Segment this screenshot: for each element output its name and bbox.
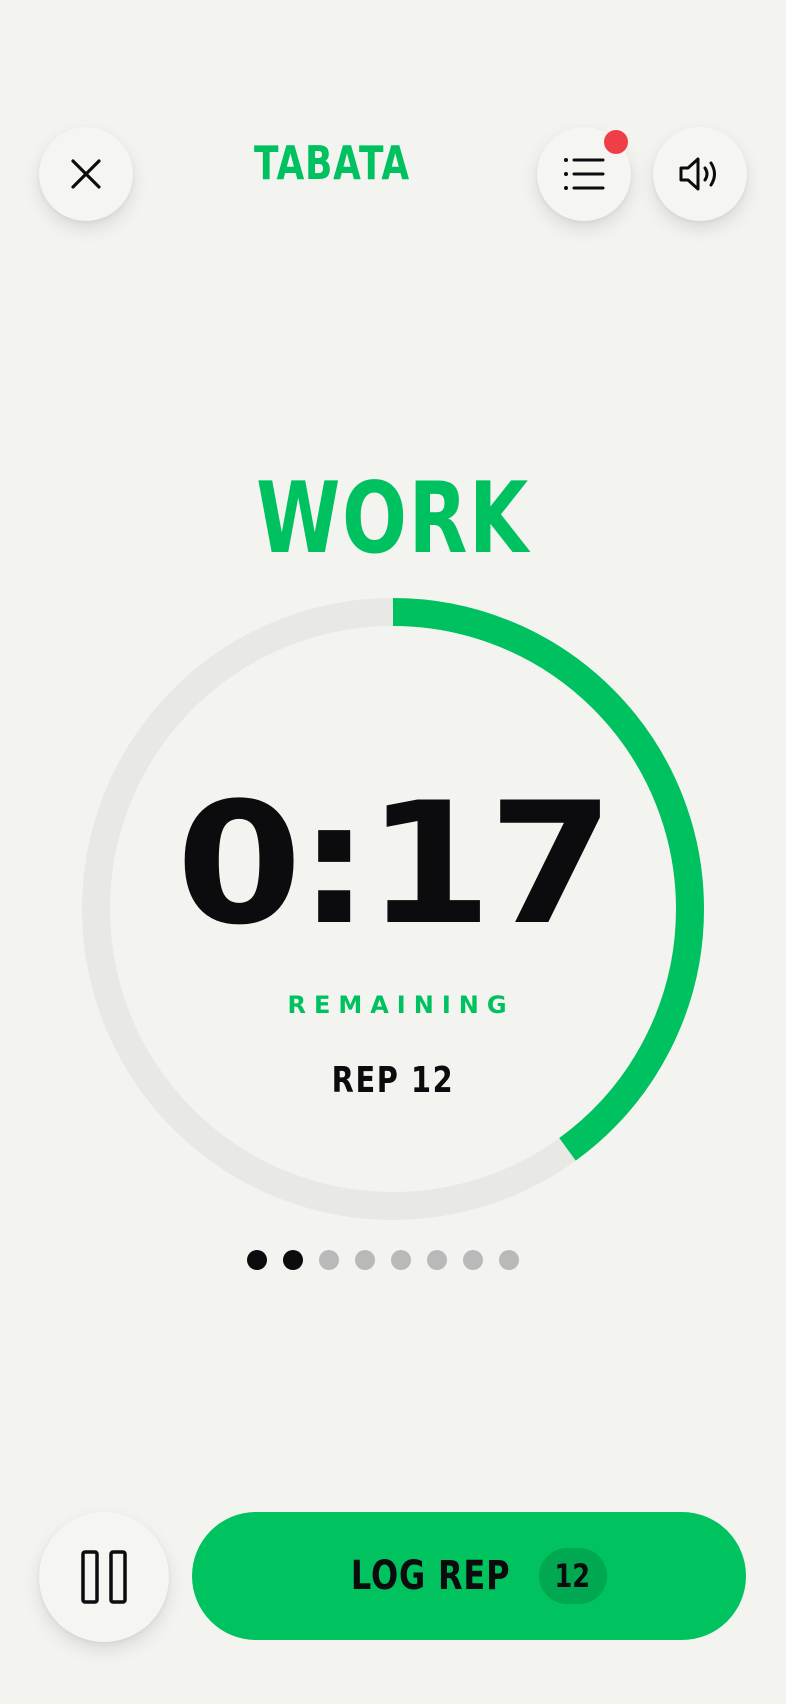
rep-label: REP 12 [331, 1060, 455, 1101]
remaining-label: REMAINING [287, 991, 515, 1019]
pause-button[interactable] [39, 1512, 169, 1642]
phase-label: WORK [256, 462, 530, 576]
rep-count: 12 [554, 1557, 591, 1595]
list-icon [564, 158, 605, 190]
sound-toggle-button[interactable] [653, 127, 747, 221]
round-dot [355, 1250, 375, 1270]
app-title: TABATA [254, 136, 410, 190]
log-rep-button[interactable]: LOG REP 12 [192, 1512, 746, 1640]
notification-dot [604, 130, 628, 154]
rep-count-badge: 12 [538, 1548, 607, 1604]
round-dot [247, 1250, 267, 1270]
close-button[interactable] [39, 127, 133, 221]
round-dot [283, 1250, 303, 1270]
pause-icon [81, 1550, 127, 1604]
round-dot [391, 1250, 411, 1270]
round-dot [319, 1250, 339, 1270]
round-dot [499, 1250, 519, 1270]
time-remaining: 0:17 [175, 766, 614, 962]
log-rep-label: LOG REP [351, 1553, 511, 1599]
round-indicator [247, 1250, 519, 1270]
round-dot [427, 1250, 447, 1270]
close-icon [71, 159, 101, 189]
round-dot [463, 1250, 483, 1270]
volume-icon [679, 157, 716, 191]
